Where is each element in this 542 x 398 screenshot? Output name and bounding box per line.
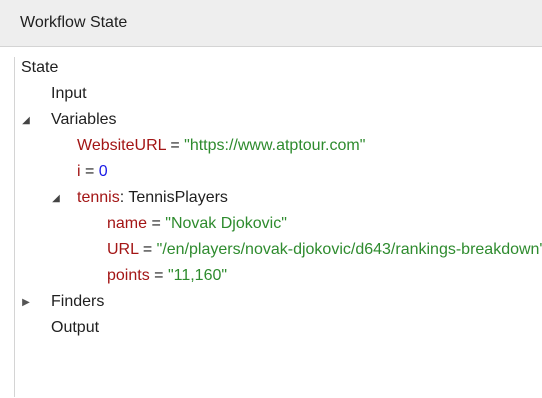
tree-node-variables-label: Variables <box>51 111 117 128</box>
field-name: URL <box>107 241 139 258</box>
string-value: "https://www.atptour.com" <box>184 137 366 154</box>
tree-node-website-url[interactable]: WebsiteURL = "https://www.atptour.com" <box>15 135 535 157</box>
triangle-collapsed-icon[interactable]: ▶ <box>20 297 32 309</box>
panel-header: Workflow State <box>0 0 542 47</box>
variable-row-website-url: WebsiteURL = "https://www.atptour.com" <box>77 135 365 157</box>
workflow-state-panel: Workflow State State Input ◢ Variables W… <box>0 0 542 398</box>
tree-node-tennis-name[interactable]: name = "Novak Djokovic" <box>15 213 542 235</box>
panel-title: Workflow State <box>20 14 128 31</box>
tree-node-tennis-url[interactable]: URL = "/en/players/novak-djokovic/d643/r… <box>15 239 542 261</box>
equals-sign: = <box>147 215 166 232</box>
equals-sign: = <box>165 137 185 154</box>
tree-node-input-label: Input <box>51 85 87 102</box>
tree-node-tennis-points[interactable]: points = "11,160" <box>15 265 542 287</box>
tree-node-output-label: Output <box>51 319 100 336</box>
tree-node-finders[interactable]: ▶ Finders <box>15 291 535 313</box>
triangle-expanded-icon[interactable]: ◢ <box>50 193 62 205</box>
variable-row-i: i = 0 <box>77 161 108 183</box>
number-value: 0 <box>98 163 108 180</box>
variable-name: tennis <box>77 189 120 206</box>
field-row-points: points = "11,160" <box>107 265 227 287</box>
string-value: "11,160" <box>167 267 228 284</box>
variable-row-tennis: tennis: TennisPlayers <box>77 187 228 209</box>
tree-node-output[interactable]: Output <box>15 317 535 339</box>
equals-sign: = <box>80 163 99 180</box>
tree-node-state-label: State <box>21 59 59 76</box>
field-name: name <box>107 215 148 232</box>
field-row-url: URL = "/en/players/novak-djokovic/d643/r… <box>107 239 542 261</box>
variable-name: WebsiteURL <box>77 137 166 154</box>
field-name: points <box>107 267 150 284</box>
string-value: "Novak Djokovic" <box>165 215 287 232</box>
tree-node-i[interactable]: i = 0 <box>15 161 535 183</box>
triangle-expanded-icon[interactable]: ◢ <box>20 115 32 127</box>
tree-node-finders-label: Finders <box>51 293 105 310</box>
tree-node-tennis[interactable]: ◢ tennis: TennisPlayers <box>15 187 535 209</box>
state-tree: State Input ◢ Variables WebsiteURL = "ht… <box>14 57 542 397</box>
field-row-name: name = "Novak Djokovic" <box>107 213 287 235</box>
equals-sign: = <box>138 241 157 258</box>
tree-node-variables[interactable]: ◢ Variables <box>15 109 535 131</box>
type-name: TennisPlayers <box>128 189 228 206</box>
string-value: "/en/players/novak-djokovic/d643/ranking… <box>156 241 542 258</box>
equals-sign: = <box>149 267 168 284</box>
